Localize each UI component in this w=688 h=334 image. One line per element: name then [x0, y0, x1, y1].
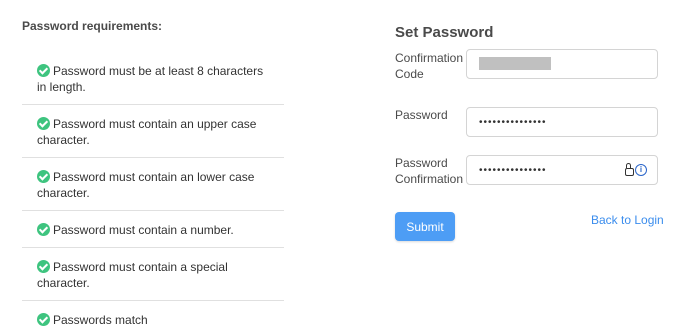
requirement-item: Password must contain an lower case char… — [22, 158, 284, 211]
confirmation-code-field[interactable] — [466, 49, 658, 79]
password-confirmation-value: ••••••••••••••• — [479, 165, 547, 176]
requirements-title: Password requirements: — [22, 19, 163, 33]
check-circle-icon — [37, 117, 50, 130]
requirement-item: Password must contain an upper case char… — [22, 105, 284, 158]
check-circle-icon — [37, 223, 50, 236]
password-manager-icon[interactable]: i — [625, 163, 647, 176]
check-circle-icon — [37, 64, 50, 77]
requirement-text: Password must be at least 8 characters i… — [37, 64, 264, 94]
password-confirmation-label: Password Confirmation — [395, 156, 464, 186]
requirement-item: Passwords match — [22, 301, 284, 334]
password-field[interactable]: ••••••••••••••• — [466, 107, 658, 137]
requirement-item: Password must be at least 8 characters i… — [22, 52, 284, 105]
password-value: ••••••••••••••• — [479, 117, 547, 128]
requirement-text: Password must contain a special characte… — [37, 260, 228, 290]
check-circle-icon — [37, 313, 50, 326]
requirement-text: Password must contain a number. — [53, 223, 234, 237]
check-circle-icon — [37, 260, 50, 273]
requirements-list: Password must be at least 8 characters i… — [22, 52, 284, 334]
requirement-text: Passwords match — [53, 313, 148, 327]
form-title: Set Password — [395, 24, 494, 41]
lock-icon — [625, 163, 634, 176]
redacted-code — [479, 57, 551, 70]
info-icon: i — [635, 164, 647, 176]
back-to-login-link[interactable]: Back to Login — [591, 213, 664, 227]
requirement-item: Password must contain a number. — [22, 211, 284, 248]
check-circle-icon — [37, 170, 50, 183]
requirement-text: Password must contain an lower case char… — [37, 170, 255, 200]
password-label: Password — [395, 108, 448, 122]
submit-button[interactable]: Submit — [395, 212, 455, 241]
requirement-text: Password must contain an upper case char… — [37, 117, 257, 147]
requirement-item: Password must contain a special characte… — [22, 248, 284, 301]
password-confirmation-field[interactable]: ••••••••••••••• i — [466, 155, 658, 185]
confirmation-code-label: Confirmation Code — [395, 51, 464, 81]
